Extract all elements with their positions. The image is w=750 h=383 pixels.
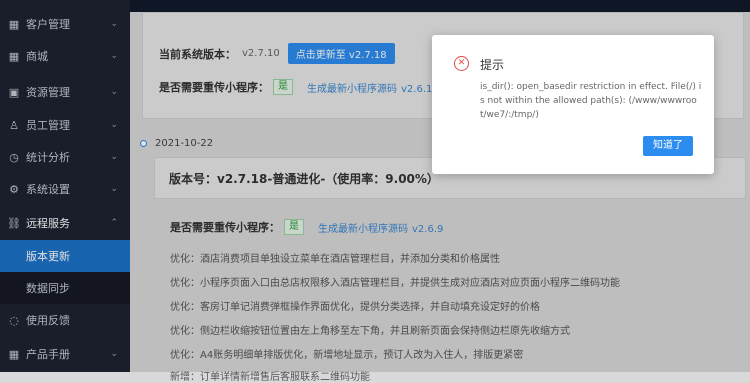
error-circle-icon: ✕ xyxy=(454,56,469,71)
dialog-title: 提示 xyxy=(480,58,505,72)
dialog-message: is_dir(): open_basedir restriction in ef… xyxy=(480,82,702,120)
ok-button[interactable]: 知道了 xyxy=(643,136,693,156)
error-dialog: ✕ 提示 is_dir(): open_basedir restriction … xyxy=(432,35,714,174)
